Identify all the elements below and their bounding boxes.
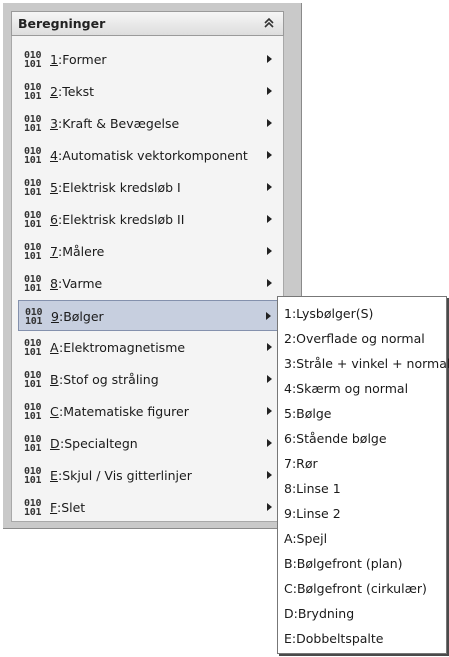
menu-item-8[interactable]: 010 101 8:Varme <box>18 268 280 299</box>
submenu-arrow-icon <box>267 439 272 447</box>
submenu-arrow-icon <box>267 215 272 223</box>
menu-item-shortcut: 6 <box>50 212 58 227</box>
menu-item-5[interactable]: 010 101 5:Elektrisk kredsløb I <box>18 172 280 203</box>
submenu-arrow-icon <box>267 55 272 63</box>
menu-item-shortcut: 2 <box>50 84 58 99</box>
submenu-item[interactable]: 3:Stråle + vinkel + normal <box>284 356 449 371</box>
menu-item-6[interactable]: 010 101 6:Elektrisk kredsløb II <box>18 204 280 235</box>
menu-item-d[interactable]: 010 101 D:Specialtegn <box>18 428 280 459</box>
menu-item-label: :Tekst <box>58 84 95 99</box>
submenu-arrow-icon <box>267 119 272 127</box>
submenu-arrow-icon <box>267 247 272 255</box>
menu-item-label: :Former <box>58 52 107 67</box>
menu-item-label: :Målere <box>58 244 105 259</box>
binary-icon: 010 101 <box>24 50 42 70</box>
menu-item-4[interactable]: 010 101 4:Automatisk vektorkomponent <box>18 140 280 171</box>
submenu-arrow-icon <box>267 151 272 159</box>
menu-item-label: :Elektromagnetisme <box>59 340 186 355</box>
submenu-item[interactable]: B:Bølgefront (plan) <box>284 556 403 571</box>
menu-item-label: :Slet <box>57 500 86 515</box>
binary-icon: 010 101 <box>25 307 43 327</box>
binary-icon: 010 101 <box>24 114 42 134</box>
submenu-item[interactable]: 5:Bølge <box>284 406 332 421</box>
menu-item-2[interactable]: 010 101 2:Tekst <box>18 76 280 107</box>
binary-icon: 010 101 <box>24 434 42 454</box>
menu-item-shortcut: 4 <box>50 148 58 163</box>
menu-item-label: :Kraft & Bevægelse <box>58 116 180 131</box>
binary-icon: 010 101 <box>24 82 42 102</box>
binary-icon: 010 101 <box>24 466 42 486</box>
binary-icon: 010 101 <box>24 498 42 518</box>
submenu-item[interactable]: D:Brydning <box>284 606 354 621</box>
menu-item-label: :Automatisk vektorkomponent <box>58 148 248 163</box>
submenu-item[interactable]: 9:Linse 2 <box>284 506 341 521</box>
binary-icon: 010 101 <box>24 210 42 230</box>
submenu-arrow-icon <box>267 471 272 479</box>
submenu-item[interactable]: 1:Lysbølger(S) <box>284 306 373 321</box>
submenu-item[interactable]: E:Dobbeltspalte <box>284 631 384 646</box>
submenu-item[interactable]: 2:Overflade og normal <box>284 331 425 346</box>
submenu-arrow-icon <box>267 343 272 351</box>
submenu-arrow-icon <box>267 407 272 415</box>
menu-item-a[interactable]: 010 101 A:Elektromagnetisme <box>18 332 280 363</box>
binary-icon: 010 101 <box>24 274 42 294</box>
menu-item-e[interactable]: 010 101 E:Skjul / Vis gitterlinjer <box>18 460 280 491</box>
menu-item-shortcut: D <box>50 436 60 451</box>
menu-item-shortcut: 1 <box>50 52 58 67</box>
menu-item-c[interactable]: 010 101 C:Matematiske figurer <box>18 396 280 427</box>
submenu-item[interactable]: 6:Stående bølge <box>284 431 387 446</box>
calculations-panel: Beregninger 010 101 1:Former 010 101 2:Teks… <box>3 3 302 529</box>
menu-item-b[interactable]: 010 101 B:Stof og stråling <box>18 364 280 395</box>
menu-item-1[interactable]: 010 101 1:Former <box>18 44 280 75</box>
submenu-item[interactable]: 8:Linse 1 <box>284 481 341 496</box>
submenu-arrow-icon <box>267 183 272 191</box>
menu-item-shortcut: B <box>50 372 59 387</box>
menu-item-label: :Varme <box>58 276 103 291</box>
menu-item-f[interactable]: 010 101 F:Slet <box>18 492 280 523</box>
waves-submenu: 1:Lysbølger(S) 2:Overflade og normal 3:Str… <box>277 296 449 654</box>
collapse-chevron-icon[interactable] <box>262 15 276 31</box>
menu-item-shortcut: 3 <box>50 116 58 131</box>
submenu-item[interactable]: C:Bølgefront (cirkulær) <box>284 581 427 596</box>
menu-item-label: :Stof og stråling <box>59 372 159 387</box>
binary-icon: 010 101 <box>24 178 42 198</box>
submenu-item[interactable]: 4:Skærm og normal <box>284 381 408 396</box>
binary-icon: 010 101 <box>24 370 42 390</box>
submenu-arrow-icon <box>267 279 272 287</box>
menu-item-shortcut: 5 <box>50 180 58 195</box>
menu-item-shortcut: C <box>50 404 59 419</box>
calculations-list: 010 101 1:Former 010 101 2:Tekst 010 101 3:Kr… <box>11 36 284 522</box>
menu-item-label: :Elektrisk kredsløb II <box>58 212 185 227</box>
menu-item-label: :Specialtegn <box>60 436 138 451</box>
binary-icon: 010 101 <box>24 402 42 422</box>
binary-icon: 010 101 <box>24 146 42 166</box>
menu-item-shortcut: 7 <box>50 244 58 259</box>
binary-icon: 010 101 <box>24 242 42 262</box>
submenu-arrow-icon <box>266 312 271 320</box>
menu-item-shortcut: 9 <box>51 309 59 324</box>
submenu-item[interactable]: A:Spejl <box>284 531 327 546</box>
menu-item-label: :Matematiske figurer <box>59 404 189 419</box>
menu-item-shortcut: 8 <box>50 276 58 291</box>
panel-title: Beregninger <box>18 16 106 31</box>
menu-item-7[interactable]: 010 101 7:Målere <box>18 236 280 267</box>
submenu-arrow-icon <box>267 375 272 383</box>
menu-item-shortcut: A <box>50 340 59 355</box>
menu-item-3[interactable]: 010 101 3:Kraft & Bevægelse <box>18 108 280 139</box>
menu-item-label: :Bølger <box>59 309 104 324</box>
panel-header[interactable]: Beregninger <box>11 11 284 36</box>
menu-item-9[interactable]: 010 101 9:Bølger <box>18 300 280 331</box>
submenu-arrow-icon <box>267 503 272 511</box>
submenu-arrow-icon <box>267 87 272 95</box>
submenu-item[interactable]: 7:Rør <box>284 456 318 471</box>
menu-item-label: :Elektrisk kredsløb I <box>58 180 181 195</box>
menu-item-label: :Skjul / Vis gitterlinjer <box>58 468 192 483</box>
binary-icon: 010 101 <box>24 338 42 358</box>
menu-item-shortcut: E <box>50 468 58 483</box>
